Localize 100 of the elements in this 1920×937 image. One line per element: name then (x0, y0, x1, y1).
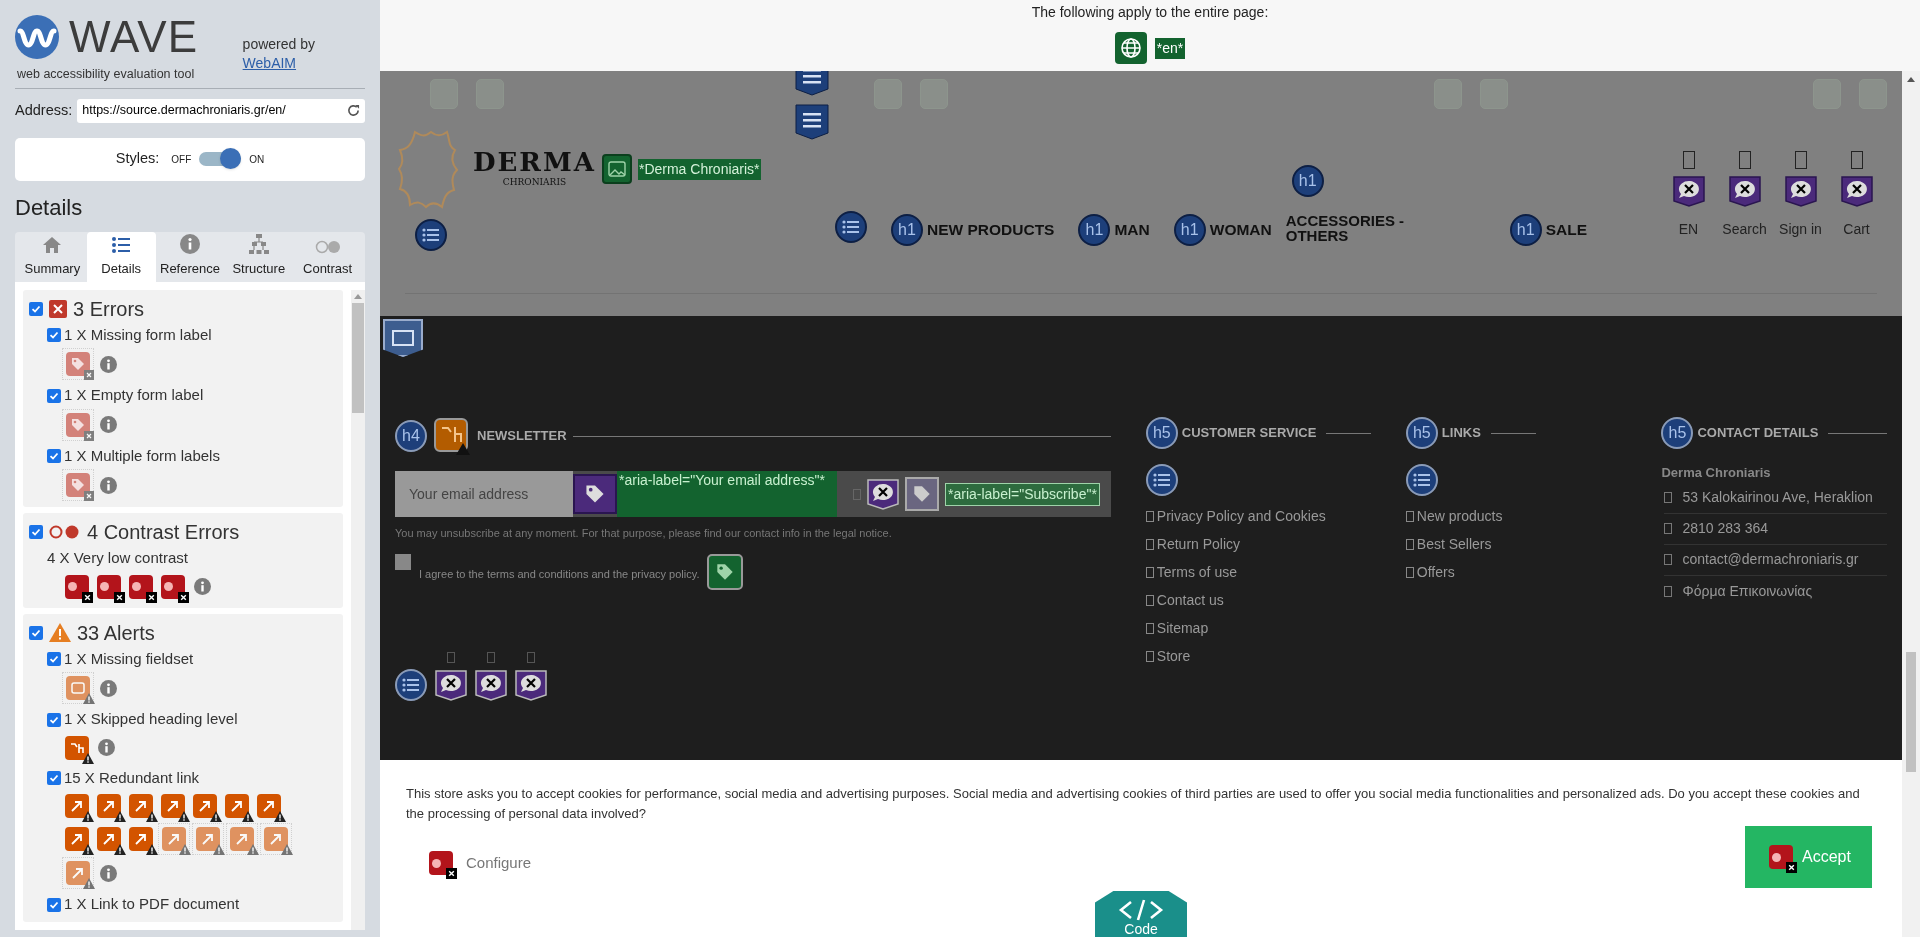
checkbox[interactable] (29, 525, 43, 540)
code-tab[interactable]: Code (1095, 891, 1187, 937)
header-utility-link[interactable]: EN (1678, 219, 1699, 240)
page-scrollbar[interactable] (1902, 71, 1920, 937)
linked-image-icon (601, 154, 632, 184)
address-field[interactable]: https://source.dermachroniaris.gr/en/ (77, 98, 365, 123)
checkbox[interactable] (29, 301, 43, 316)
form-label-error-icon[interactable] (62, 348, 94, 381)
check-icon (31, 627, 41, 638)
contrast-icon (49, 525, 81, 540)
check-icon (49, 654, 59, 664)
empty-square-icon (853, 488, 861, 500)
empty-square-icon (1145, 651, 1154, 662)
panel-tab[interactable]: Structure (224, 231, 294, 282)
footer-link[interactable]: Offers (1416, 562, 1455, 583)
nav-link[interactable]: ACCESSORIES - OTHERS (1285, 213, 1416, 243)
footer-heading: CUSTOMER SERVICE (1181, 424, 1317, 443)
footer-link[interactable]: Terms of use (1156, 562, 1237, 583)
checkbox[interactable] (47, 449, 61, 463)
link-alert-icon[interactable] (94, 824, 124, 855)
header-utility-link[interactable]: Search (1722, 219, 1767, 240)
nav-link[interactable]: SALE (1545, 218, 1588, 242)
link-alert-icon[interactable] (94, 791, 124, 822)
panel-heading: Details (15, 193, 84, 222)
info-icon[interactable] (100, 476, 117, 494)
checkbox[interactable] (29, 625, 43, 640)
link-alert-icon[interactable] (126, 824, 156, 855)
configure-link[interactable]: Configure (466, 851, 532, 875)
link-alert-icon[interactable] (254, 791, 284, 822)
empty-square-icon (1405, 539, 1414, 550)
link-alert-icon[interactable] (222, 791, 252, 822)
nav-link[interactable]: WOMAN (1209, 218, 1272, 242)
footer-link[interactable]: Sitemap (1156, 618, 1209, 639)
company-name: Derma Chroniaris (1661, 464, 1772, 482)
info-icon (180, 234, 200, 255)
result-item-label: 1 X Skipped heading level (64, 709, 238, 730)
footer-link[interactable]: Best Sellers (1416, 534, 1492, 555)
email-field[interactable]: Your email address (395, 471, 573, 517)
empty-square-icon (1664, 492, 1673, 503)
speech-bubble-x-icon (475, 668, 507, 701)
check-icon (49, 899, 59, 910)
footer-link[interactable]: New products (1416, 506, 1503, 527)
info-icon[interactable] (100, 864, 117, 882)
checkbox[interactable] (47, 771, 61, 785)
info-icon[interactable] (98, 739, 115, 757)
link-alert-icon[interactable] (126, 791, 156, 822)
footer-link[interactable]: Privacy Policy and Cookies (1156, 506, 1326, 527)
speech-bubble-x-icon (1784, 175, 1817, 207)
address-label: Address: (15, 100, 73, 120)
header-utility-link[interactable]: Sign in (1779, 219, 1822, 240)
off-label: OFF (171, 152, 192, 167)
info-icon[interactable] (100, 355, 117, 373)
speech-bubble-x-icon (1840, 175, 1873, 207)
webaim-link[interactable]: WebAIM (242, 54, 315, 73)
checkbox[interactable] (47, 328, 61, 342)
info-icon[interactable] (100, 679, 117, 697)
language-icon (1114, 32, 1147, 64)
checkbox[interactable] (47, 897, 61, 912)
header-utility-link[interactable]: Cart (1843, 219, 1870, 240)
empty-square-icon (1738, 151, 1751, 169)
fieldset-alert-icon[interactable] (62, 672, 94, 705)
link-alert-icon[interactable] (190, 791, 220, 822)
aria-label-text: *aria-label="Your email address"* (617, 471, 837, 517)
check-icon (49, 451, 59, 461)
link-alert-icon[interactable] (158, 791, 188, 822)
form-label-error-icon[interactable] (62, 408, 94, 441)
checkbox[interactable] (47, 388, 61, 403)
nav-link[interactable]: NEW PRODUCTS (927, 218, 1055, 242)
form-label-error-icon[interactable] (62, 469, 94, 502)
contact-detail: Φόρμα Επικοινωνίας (1682, 581, 1813, 601)
scrollbar[interactable] (351, 289, 365, 930)
panel-tab[interactable]: Details (86, 231, 156, 282)
panel-tab[interactable]: Summary (18, 231, 87, 282)
empty-square-icon (1664, 585, 1673, 597)
app-title: WAVE (69, 15, 199, 59)
refresh-icon[interactable] (347, 104, 360, 118)
tag-icon (905, 477, 939, 511)
panel-tab[interactable]: Contrast (293, 231, 362, 282)
footer-link[interactable]: Contact us (1156, 590, 1224, 611)
panel-tab[interactable]: Reference (155, 231, 225, 282)
contrast-error-icon[interactable] (426, 848, 456, 878)
agree-checkbox[interactable] (395, 553, 411, 570)
link-alert-icon[interactable] (62, 824, 92, 855)
checkbox[interactable] (47, 652, 61, 666)
speech-bubble-x-icon (1672, 175, 1705, 207)
nav-link[interactable]: MAN (1114, 218, 1150, 242)
list-icon (415, 219, 447, 251)
list-icon (1405, 464, 1438, 496)
image-alt-text: *Derma Chroniaris* (637, 158, 761, 180)
empty-square-icon (1682, 151, 1695, 169)
info-icon[interactable] (100, 416, 117, 434)
footer-link[interactable]: Store (1156, 646, 1191, 667)
checkbox[interactable] (47, 712, 61, 727)
footer-link[interactable]: Return Policy (1156, 534, 1241, 555)
info-icon[interactable] (194, 578, 211, 596)
fieldset-icon (383, 319, 423, 357)
warning-icon (49, 623, 71, 643)
contrast-error-icon[interactable] (1766, 842, 1797, 872)
structure-icon (247, 234, 270, 255)
link-alert-icon[interactable] (62, 791, 92, 822)
